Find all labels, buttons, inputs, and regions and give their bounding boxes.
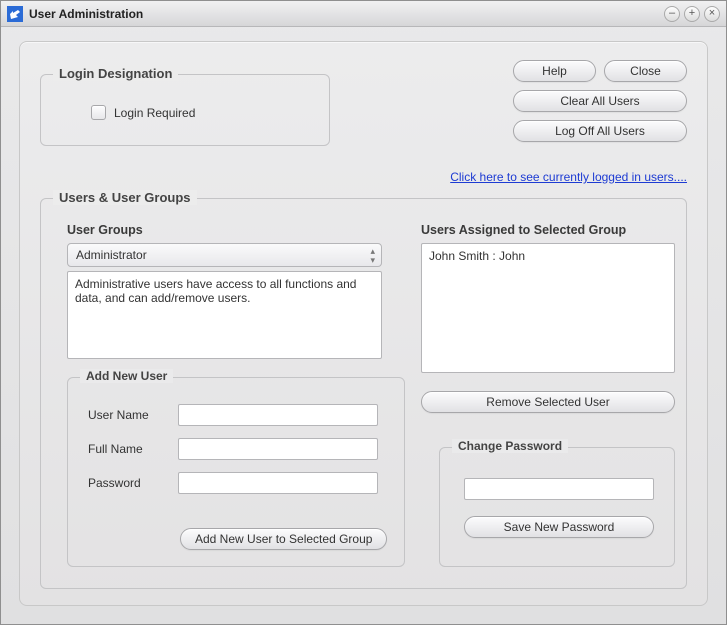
user-admin-window: User Administration – + × Login Designat… <box>0 0 727 625</box>
top-buttons: Help Close Clear All Users Log Off All U… <box>513 60 687 142</box>
app-icon <box>7 6 23 22</box>
users-user-groups-group: Users & User Groups User Groups Users As… <box>40 198 687 589</box>
login-designation-legend: Login Designation <box>53 66 178 81</box>
clear-all-users-button[interactable]: Clear All Users <box>513 90 687 112</box>
add-new-user-group: Add New User User Name Full Name Passwor… <box>67 377 405 567</box>
window-title: User Administration <box>29 7 143 21</box>
user-groups-selected: Administrator <box>76 248 147 262</box>
username-label: User Name <box>88 408 168 422</box>
main-panel: Login Designation Login Required Help Cl… <box>19 41 708 606</box>
login-required-label: Login Required <box>114 106 195 120</box>
maximize-icon[interactable]: + <box>684 6 700 22</box>
fullname-field[interactable] <box>178 438 378 460</box>
window-controls: – + × <box>664 6 720 22</box>
login-required-checkbox[interactable] <box>91 105 106 120</box>
group-description-box: Administrative users have access to all … <box>67 271 382 359</box>
add-new-user-legend: Add New User <box>80 369 173 383</box>
logged-in-users-link[interactable]: Click here to see currently logged in us… <box>450 170 687 184</box>
chevron-updown-icon: ▴▾ <box>370 247 375 264</box>
close-button[interactable]: Close <box>604 60 687 82</box>
group-description-text: Administrative users have access to all … <box>75 277 356 305</box>
change-password-legend: Change Password <box>452 439 568 453</box>
add-user-submit-button[interactable]: Add New User to Selected Group <box>180 528 387 550</box>
users-user-groups-legend: Users & User Groups <box>53 190 197 205</box>
assigned-users-label: Users Assigned to Selected Group <box>421 223 626 237</box>
list-item[interactable]: John Smith : John <box>429 249 667 263</box>
assigned-users-listbox[interactable]: John Smith : John <box>421 243 675 373</box>
minimize-icon[interactable]: – <box>664 6 680 22</box>
user-groups-label: User Groups <box>67 223 143 237</box>
change-password-field[interactable] <box>464 478 654 500</box>
login-required-checkbox-row: Login Required <box>91 105 195 120</box>
save-new-password-button[interactable]: Save New Password <box>464 516 654 538</box>
close-icon[interactable]: × <box>704 6 720 22</box>
user-groups-select[interactable]: Administrator ▴▾ <box>67 243 382 267</box>
login-designation-group: Login Designation Login Required <box>40 74 330 146</box>
help-button[interactable]: Help <box>513 60 596 82</box>
change-password-group: Change Password Save New Password <box>439 447 675 567</box>
username-field[interactable] <box>178 404 378 426</box>
remove-selected-user-button[interactable]: Remove Selected User <box>421 391 675 413</box>
logged-in-users-link-row: Click here to see currently logged in us… <box>450 170 687 184</box>
fullname-label: Full Name <box>88 442 168 456</box>
password-label: Password <box>88 476 168 490</box>
password-field[interactable] <box>178 472 378 494</box>
titlebar: User Administration – + × <box>1 1 726 27</box>
log-off-all-users-button[interactable]: Log Off All Users <box>513 120 687 142</box>
content-area: Login Designation Login Required Help Cl… <box>1 27 726 624</box>
